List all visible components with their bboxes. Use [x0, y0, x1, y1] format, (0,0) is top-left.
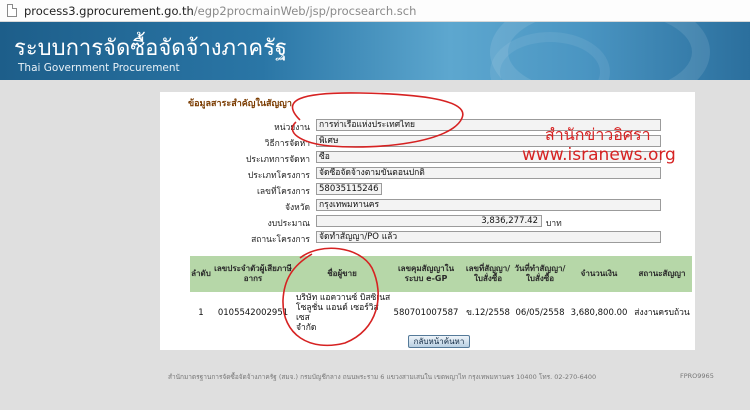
table-header: ลำดับ เลขประจำตัวผู้เสียภาษีอากร ชื่อผู้… [190, 256, 692, 292]
field-value-province: กรุงเทพมหานคร [316, 199, 661, 211]
footer-text: สำนักมาตรฐานการจัดซื้อจัดจ้างภาครัฐ (สมจ… [168, 373, 597, 381]
address-bar[interactable]: process3.gprocurement.go.th/egp2procmain… [0, 0, 750, 22]
field-label-province: จังหวัด [284, 203, 310, 213]
field-value-project-type: จัดซื้อจัดจ้างตามขั้นตอนปกติ [316, 167, 661, 179]
col-header-date: วันที่ทำสัญญา/ใบสั่งซื้อ [514, 264, 566, 283]
budget-unit: บาท [546, 219, 562, 229]
col-header-no: ลำดับ [191, 269, 211, 278]
cell-no: 1 [198, 308, 204, 318]
col-header-tax-id: เลขประจำตัวผู้เสียภาษีอากร [214, 264, 292, 283]
page-icon [7, 4, 17, 17]
field-label-method: วิธีการจัดหา [264, 139, 310, 149]
url-path: /egp2procmainWeb/jsp/procsearch.sch [193, 4, 417, 18]
back-to-search-button[interactable]: กลับหน้าค้นหา [408, 335, 470, 348]
field-label-procurement-type: ประเภทการจัดหา [246, 155, 310, 165]
url-host: process3.gprocurement.go.th [24, 4, 194, 18]
url-text[interactable]: process3.gprocurement.go.th/egp2procmain… [24, 4, 416, 18]
field-label-status: สถานะโครงการ [251, 235, 310, 245]
header-banner: ระบบการจัดซื้อจัดจ้างภาครัฐ Thai Governm… [0, 22, 750, 80]
col-header-vendor: ชื่อผู้ขาย [327, 269, 357, 278]
cell-tax-id: 0105542002951 [217, 308, 289, 318]
cell-egp-no: 580701007587 [393, 308, 459, 318]
vendor-line-2: โซลูชั่น แอนด์ เซอร์วิสเซส [296, 303, 379, 323]
cell-status: ส่งงานครบถ้วน [634, 308, 690, 318]
field-label-agency: หน่วยงาน [274, 123, 310, 133]
col-header-status: สถานะสัญญา [638, 269, 686, 278]
footer-code: FPRO9965 [680, 372, 714, 380]
cell-vendor: บริษัท แอควานซ์ บิสซิเนส โซลูชั่น แอนด์ … [296, 292, 392, 334]
cell-amount: 3,680,800.00 [570, 308, 628, 318]
cell-contract-no: ข.12/2558 [466, 308, 510, 318]
col-header-amount: จำนวนเงิน [580, 269, 618, 278]
col-header-egp-no: เลขคุมสัญญาในระบบ e-GP [397, 264, 455, 283]
site-title-th: ระบบการจัดซื้อจัดจ้างภาครัฐ [14, 36, 288, 61]
cell-date: 06/05/2558 [515, 308, 565, 318]
watermark-line-2: www.isranews.org [522, 145, 676, 165]
field-value-budget: 3,836,277.42 [316, 215, 542, 227]
table-row: 1 0105542002951 บริษัท แอควานซ์ บิสซิเนส… [190, 292, 692, 334]
vendor-line-1: บริษัท แอควานซ์ บิสซิเนส [296, 293, 391, 303]
col-header-contract-no: เลขที่สัญญา/ใบสั่งซื้อ [465, 264, 511, 283]
section-title: ข้อมูลสาระสำคัญในสัญญา [188, 99, 292, 109]
field-label-project-type: ประเภทโครงการ [247, 171, 310, 181]
vendor-line-3: จำกัด [296, 323, 317, 333]
field-label-project-no: เลขที่โครงการ [257, 187, 310, 197]
field-value-status: จัดทำสัญญา/PO แล้ว [316, 231, 661, 243]
field-label-budget: งบประมาณ [267, 219, 310, 229]
field-value-project-no: 58035115246 [316, 183, 382, 195]
site-title-en: Thai Government Procurement [18, 62, 180, 74]
